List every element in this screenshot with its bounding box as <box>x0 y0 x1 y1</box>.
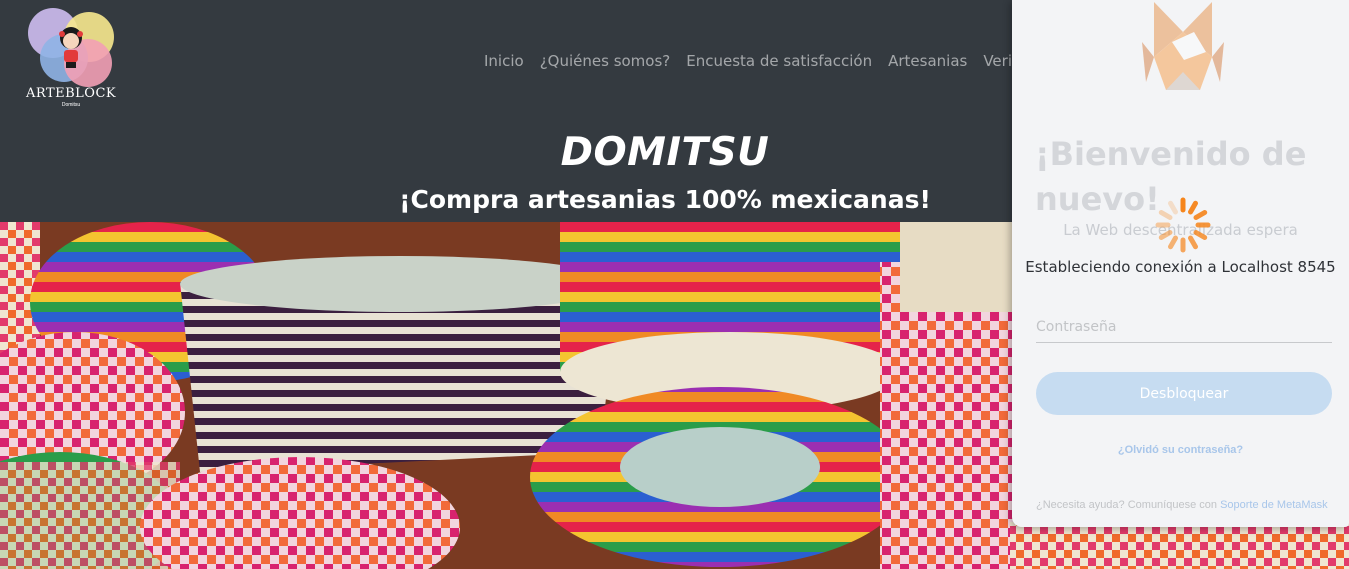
metamask-popup: ¡Bienvenido de nuevo! La Web descentrali… <box>1012 0 1349 527</box>
help-text: ¿Necesita ayuda? Comuníquese con Soporte… <box>1036 498 1336 513</box>
logo-text: ARTEBLOCK <box>26 86 117 101</box>
connection-status: Estableciendo conexión a Localhost 8545 <box>1025 258 1336 276</box>
password-input[interactable] <box>1036 312 1332 343</box>
main-nav: Inicio ¿Quiénes somos? Encuesta de satis… <box>484 52 1045 70</box>
unlock-button[interactable]: Desbloquear <box>1036 372 1332 415</box>
nav-quienes-somos[interactable]: ¿Quiénes somos? <box>540 52 671 70</box>
arteblock-logo[interactable]: ARTEBLOCK Domitsu <box>26 6 118 112</box>
loading-spinner-icon <box>1155 197 1211 253</box>
nav-encuesta[interactable]: Encuesta de satisfacción <box>686 52 872 70</box>
logo-subtext: Domitsu <box>61 102 81 108</box>
metamask-support-link[interactable]: Soporte de MetaMask <box>1220 499 1328 511</box>
help-label: ¿Necesita ayuda? Comuníquese con <box>1036 499 1221 511</box>
nav-artesanias[interactable]: Artesanias <box>888 52 967 70</box>
nav-inicio[interactable]: Inicio <box>484 52 524 70</box>
metamask-fox-icon <box>1142 2 1224 90</box>
forgot-password-link[interactable]: ¿Olvidó su contraseña? <box>1012 444 1349 456</box>
logo-circles-icon <box>28 8 114 87</box>
